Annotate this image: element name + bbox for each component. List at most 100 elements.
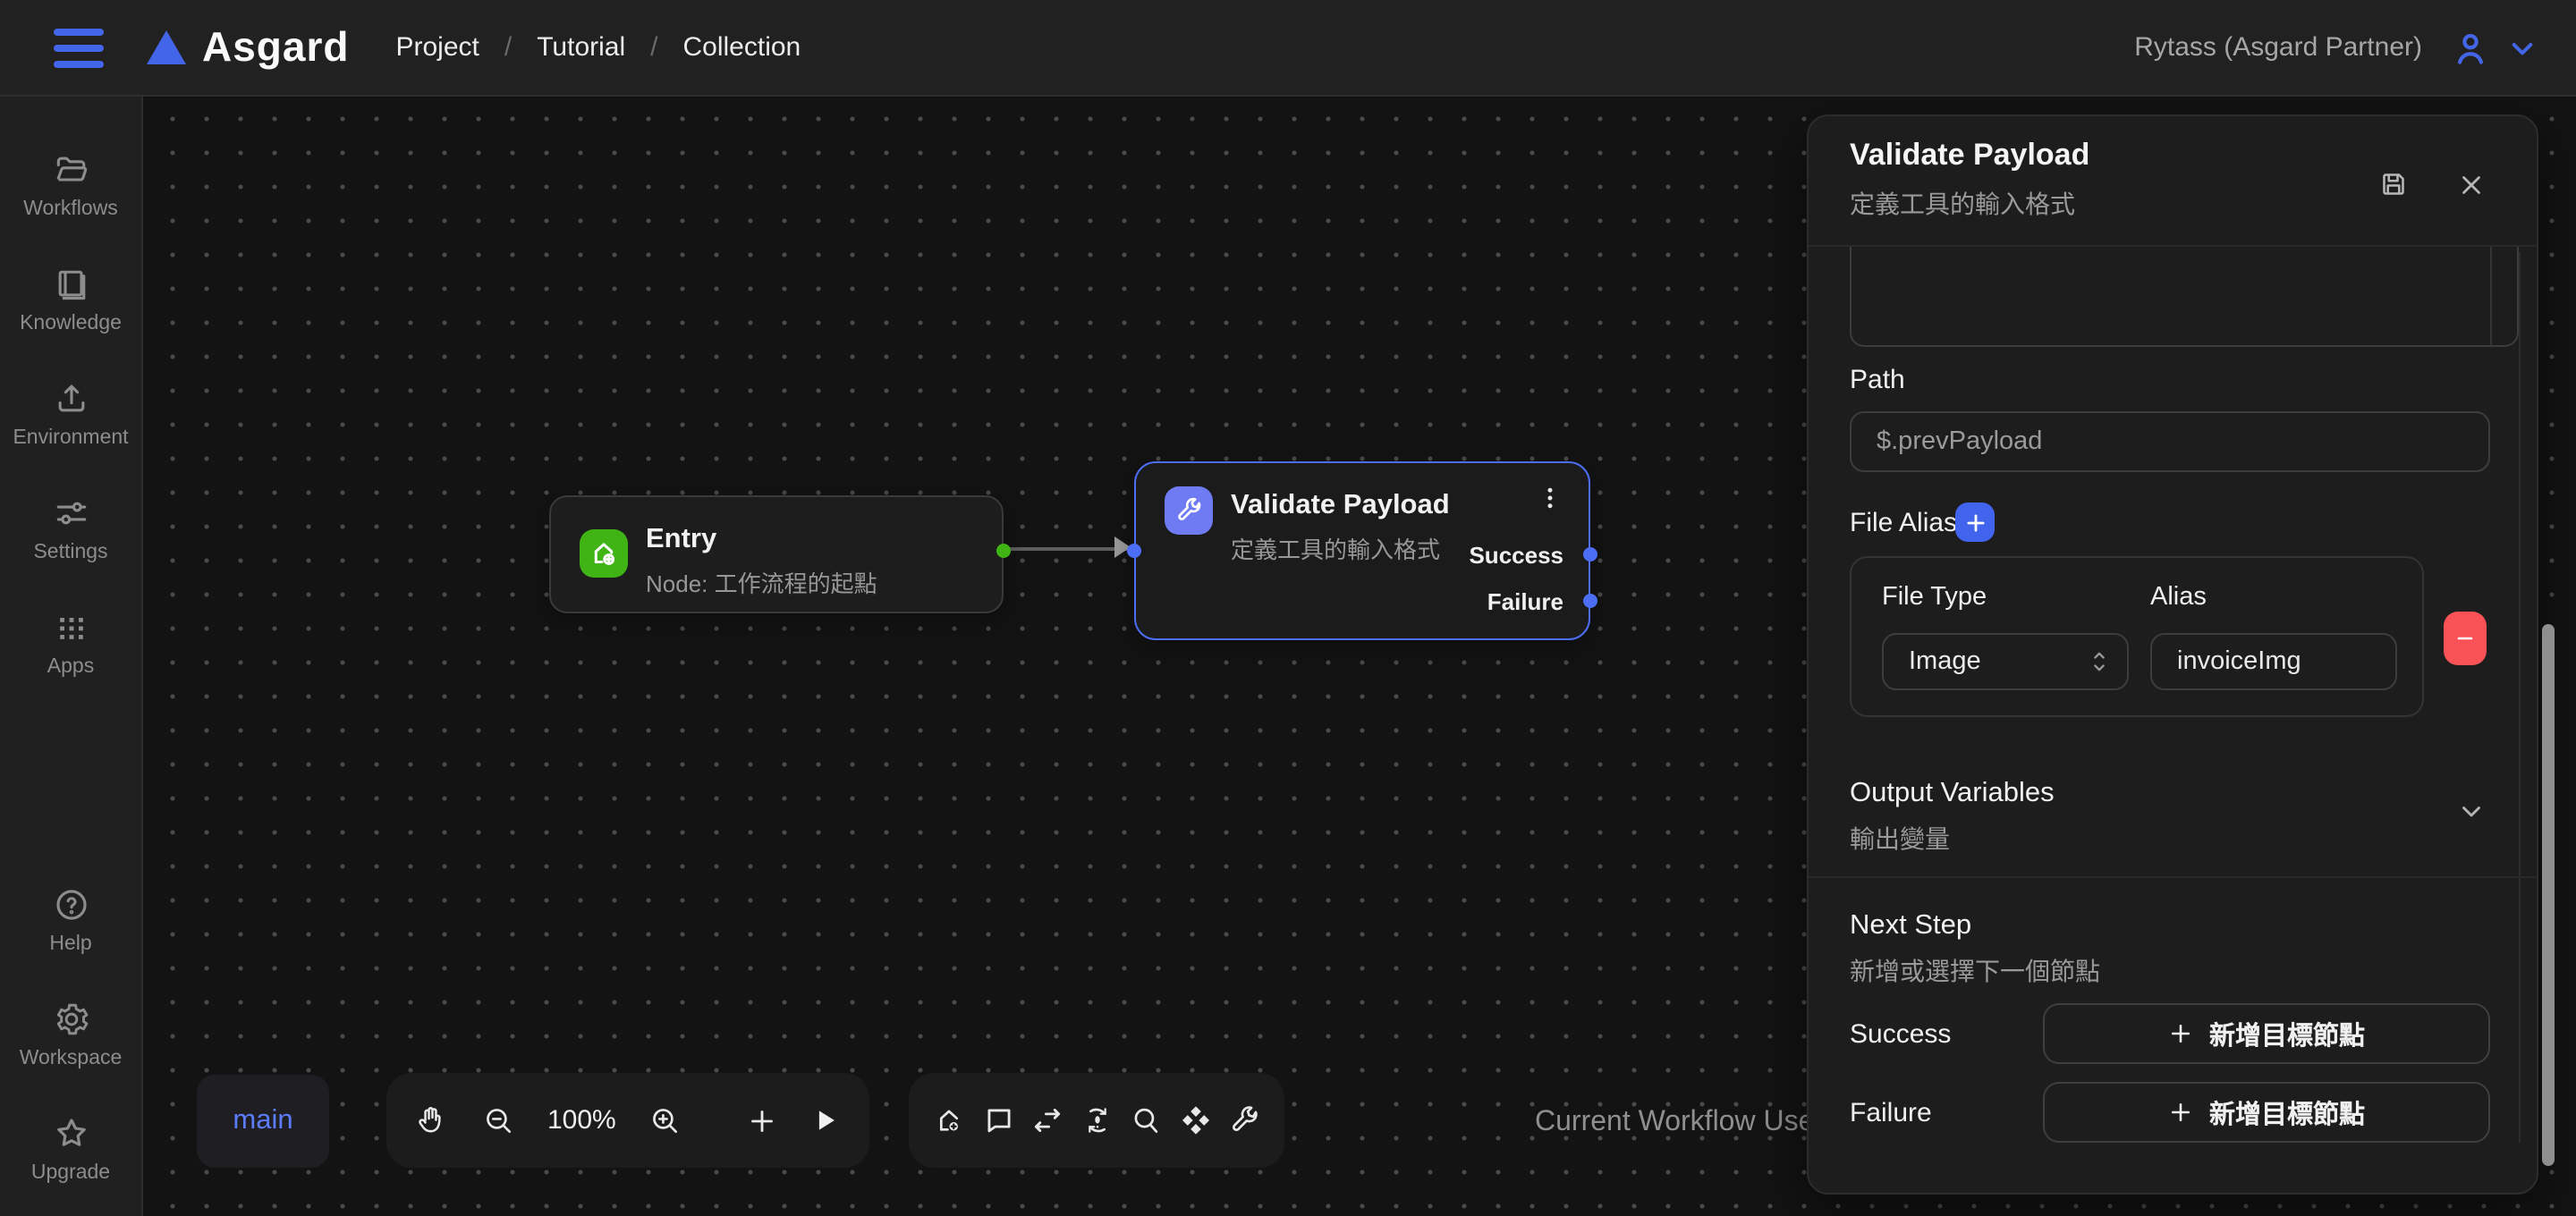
schema-textarea[interactable]	[1850, 247, 2519, 347]
validate-input-port[interactable]	[1127, 544, 1141, 558]
next-step-title: Next Step	[1850, 910, 1971, 942]
file-type-label: File Type	[1882, 583, 1987, 612]
zoom-in-icon[interactable]	[648, 1103, 682, 1137]
chevron-down-icon[interactable]	[2508, 33, 2537, 62]
edge-entry-to-validate	[1004, 547, 1129, 551]
plus-icon	[2168, 1100, 2193, 1125]
textarea-scrollbar[interactable]	[2490, 247, 2492, 345]
upload-icon	[51, 379, 90, 418]
sidebar-item-workflows[interactable]: Workflows	[13, 150, 128, 220]
success-output-port[interactable]	[1583, 547, 1597, 562]
zoom-out-icon[interactable]	[481, 1103, 515, 1137]
top-bar: Asgard Project / Tutorial / Collection R…	[0, 0, 2576, 97]
gear-icon	[51, 1000, 90, 1039]
node-config-panel: Validate Payload 定義工具的輸入格式	[1807, 114, 2538, 1195]
close-icon[interactable]	[2456, 168, 2487, 200]
components-diamonds-icon[interactable]	[1178, 1103, 1212, 1137]
app-root: Asgard Project / Tutorial / Collection R…	[0, 0, 2576, 1216]
view-toolbar: 100%	[386, 1073, 869, 1168]
window-scrollbar-thumb[interactable]	[2542, 624, 2555, 1166]
add-icon[interactable]	[747, 1104, 779, 1136]
apps-grid-icon	[51, 608, 90, 647]
workflow-canvas[interactable]: Entry Node: 工作流程的起點 Validate Payload 定義工…	[143, 97, 2576, 1216]
add-failure-target-button[interactable]: 新增目標節點	[2043, 1082, 2490, 1143]
failure-output-port[interactable]	[1583, 594, 1597, 608]
panel-subtitle: 定義工具的輸入格式	[1850, 186, 2075, 222]
node-subtitle: Node: 工作流程的起點	[646, 565, 877, 599]
output-variables-subtitle: 輸出變量	[1850, 821, 1950, 857]
select-chevrons-icon	[2089, 649, 2109, 674]
path-input[interactable]	[1850, 411, 2490, 472]
workflow-usage-status: Current Workflow Used	[1535, 1107, 1830, 1139]
sidebar-top-group: Workflows Knowledge Envi	[13, 150, 128, 678]
wrench-icon	[1165, 486, 1213, 535]
sidebar-label: Workflows	[23, 198, 118, 220]
file-alias-label: File Alias	[1850, 508, 1957, 538]
pan-hand-icon[interactable]	[415, 1103, 449, 1137]
swap-arrows-icon[interactable]	[1030, 1103, 1064, 1137]
add-node-icon[interactable]	[932, 1103, 966, 1137]
add-target-label: 新增目標節點	[2209, 1094, 2365, 1131]
file-type-select[interactable]: Image	[1882, 633, 2129, 690]
collapse-chevron-icon[interactable]	[2456, 796, 2487, 826]
branch-name: main	[233, 1105, 292, 1137]
success-row-label: Success	[1850, 1019, 1951, 1050]
user-icon[interactable]	[2451, 28, 2490, 67]
sidebar-item-upgrade[interactable]: Upgrade	[20, 1114, 123, 1184]
alias-input[interactable]	[2150, 633, 2397, 690]
sidebar-label: Environment	[13, 427, 128, 449]
folder-icon	[51, 150, 90, 190]
search-icon[interactable]	[1129, 1103, 1163, 1137]
remove-file-alias-button[interactable]	[2444, 612, 2487, 665]
zoom-level: 100%	[547, 1105, 616, 1136]
sidebar-item-workspace[interactable]: Workspace	[20, 1000, 123, 1069]
rerun-loop-icon[interactable]	[1080, 1103, 1114, 1137]
breadcrumb-collection[interactable]: Collection	[683, 32, 801, 63]
star-icon	[51, 1114, 90, 1153]
add-target-label: 新增目標節點	[2209, 1015, 2365, 1052]
brand-name: Asgard	[202, 23, 350, 72]
kebab-menu-icon[interactable]	[1537, 485, 1563, 511]
minus-icon	[2454, 628, 2476, 649]
node-title: Validate Payload	[1231, 490, 1450, 522]
sidebar-label: Upgrade	[31, 1162, 110, 1184]
failure-branch-label: Failure	[1487, 588, 1563, 615]
hamburger-menu-icon[interactable]	[54, 28, 104, 67]
success-branch-label: Success	[1469, 542, 1563, 569]
add-file-alias-button[interactable]	[1955, 502, 1995, 542]
app-logo: Asgard	[147, 23, 350, 72]
sidebar-bottom-group: Help Workspace Upgrade	[20, 885, 123, 1184]
comment-icon[interactable]	[981, 1103, 1015, 1137]
failure-row-label: Failure	[1850, 1098, 1932, 1128]
sliders-icon	[51, 494, 90, 533]
file-alias-card: File Type Image Alias	[1850, 556, 2424, 717]
save-icon[interactable]	[2377, 168, 2410, 200]
panel-section-divider	[1809, 876, 2537, 878]
book-icon	[51, 265, 90, 304]
entry-house-plus-icon	[580, 529, 628, 578]
account-name: Rytass (Asgard Partner)	[2134, 32, 2422, 63]
sidebar-item-knowledge[interactable]: Knowledge	[13, 265, 128, 334]
entry-output-port[interactable]	[996, 544, 1011, 558]
node-validate-payload[interactable]: Validate Payload 定義工具的輸入格式 Success Failu…	[1134, 461, 1590, 640]
node-title: Entry	[646, 524, 716, 556]
breadcrumb-tutorial[interactable]: Tutorial	[537, 32, 625, 63]
tools-wrench-icon[interactable]	[1227, 1103, 1261, 1137]
branch-selector-button[interactable]: main	[197, 1075, 329, 1168]
sidebar-item-help[interactable]: Help	[20, 885, 123, 955]
sidebar-label: Apps	[47, 656, 94, 678]
sidebar-item-apps[interactable]: Apps	[13, 608, 128, 678]
sidebar-item-environment[interactable]: Environment	[13, 379, 128, 449]
add-success-target-button[interactable]: 新增目標節點	[2043, 1003, 2490, 1064]
breadcrumb-project[interactable]: Project	[396, 32, 479, 63]
sidebar-label: Knowledge	[20, 313, 122, 334]
sidebar-item-settings[interactable]: Settings	[13, 494, 128, 563]
breadcrumb-separator: /	[650, 32, 657, 63]
plus-icon	[2168, 1021, 2193, 1046]
alias-label: Alias	[2150, 583, 2207, 612]
node-entry[interactable]: Entry Node: 工作流程的起點	[549, 495, 1004, 613]
run-play-icon[interactable]	[811, 1105, 842, 1136]
panel-title: Validate Payload	[1850, 138, 2089, 173]
panel-scroll-track	[2519, 252, 2521, 1143]
breadcrumb: Project / Tutorial / Collection	[396, 32, 801, 63]
